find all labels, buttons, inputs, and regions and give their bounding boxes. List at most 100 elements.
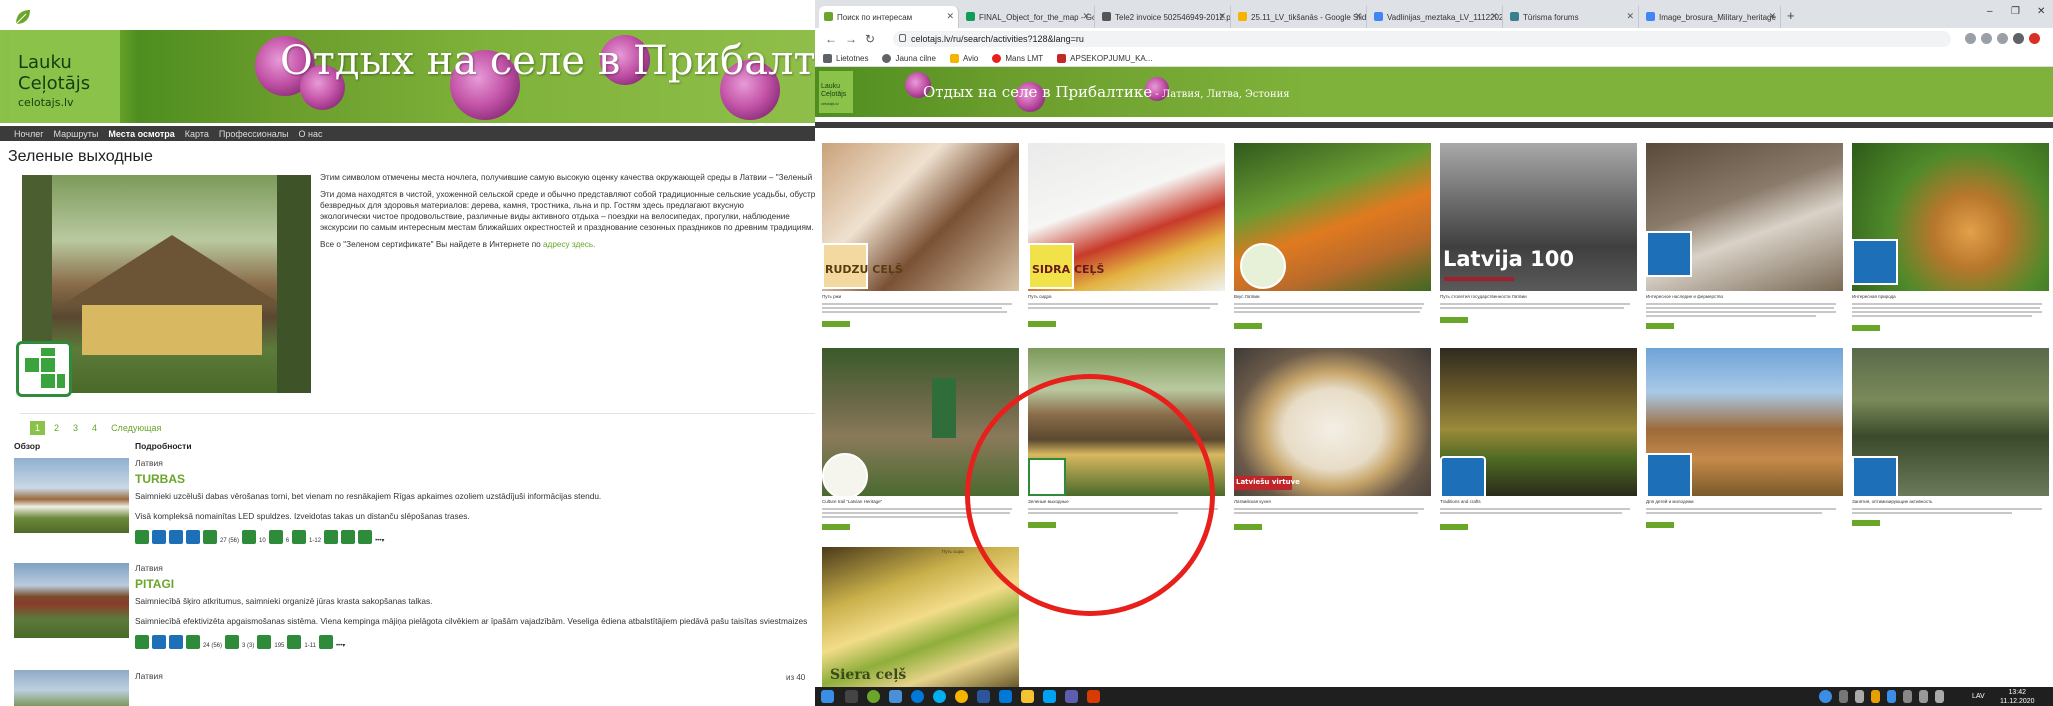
tab-tele2-invoice[interactable]: Tele2 invoice 502546949-2012.p ✕ — [1097, 6, 1231, 28]
forward-icon[interactable]: → — [845, 32, 857, 46]
card-title[interactable]: Вкус Латвии — [1234, 294, 1260, 299]
avatar[interactable] — [2029, 33, 2040, 44]
more-button[interactable] — [1234, 323, 1262, 329]
tray-icon[interactable] — [1855, 690, 1864, 703]
card-title[interactable]: Для детей и молодежи — [1646, 499, 1694, 504]
clock[interactable]: 13:42 11.12.2020 — [2000, 688, 2035, 706]
card-image[interactable]: RUDZU CEĻŠ — [822, 143, 1019, 291]
word-icon[interactable] — [977, 690, 990, 703]
page-4[interactable]: 4 — [87, 421, 102, 435]
minimize-button[interactable]: – — [1987, 6, 1993, 17]
nav-item-map[interactable]: Карта — [185, 129, 209, 139]
more-button[interactable] — [1646, 323, 1674, 329]
more-button[interactable] — [1440, 524, 1468, 530]
app-icon[interactable] — [889, 690, 902, 703]
tab-military-heritage[interactable]: Image_brosura_Military_heritage ✕ — [1641, 6, 1781, 28]
card-title[interactable]: Путь столетия государственности Латвии — [1440, 294, 1527, 299]
task-view-icon[interactable] — [845, 690, 858, 703]
card-image[interactable] — [1646, 143, 1843, 291]
app-icon[interactable] — [1043, 690, 1056, 703]
bookmark-avio[interactable]: Avio — [949, 53, 978, 63]
translate-icon[interactable] — [1965, 33, 1976, 44]
nav-item-professionals[interactable]: Профессионалы — [219, 129, 289, 139]
back-icon[interactable]: ← — [825, 32, 837, 46]
nav-item-lodging[interactable]: Ночлег — [14, 129, 44, 139]
listing-name[interactable]: TURBAS — [135, 472, 185, 486]
outlook-icon[interactable] — [999, 690, 1012, 703]
close-icon[interactable]: ✕ — [1082, 11, 1090, 22]
tray-arrow-icon[interactable] — [1839, 690, 1848, 703]
reload-icon[interactable]: ↻ — [865, 32, 875, 46]
card-title[interactable]: Путь ржи — [822, 294, 841, 299]
address-bar[interactable]: celotajs.lv/ru/search/activities?128&lan… — [893, 31, 1951, 47]
site-logo[interactable]: Lauku Ceļotājs celotajs.lv — [819, 71, 853, 113]
more-button[interactable] — [1028, 321, 1056, 327]
more-button[interactable] — [1234, 524, 1262, 530]
page-3[interactable]: 3 — [68, 421, 83, 435]
nav-item-about[interactable]: О нас — [299, 129, 323, 139]
powerpoint-icon[interactable] — [1087, 690, 1100, 703]
network-icon[interactable] — [1903, 690, 1912, 703]
close-icon[interactable]: ✕ — [1768, 11, 1776, 22]
app-icon[interactable] — [1065, 690, 1078, 703]
listing-photo[interactable] — [14, 458, 129, 533]
edge-icon[interactable] — [911, 690, 924, 703]
listing-photo[interactable] — [14, 563, 129, 638]
card-title[interactable]: Путь сыра — [942, 549, 964, 554]
card-title[interactable]: Латвийская кухня — [1234, 499, 1271, 504]
tab-slides[interactable]: 25.11_LV_tikšanās - Google Slid ✕ — [1233, 6, 1367, 28]
help-icon[interactable] — [1819, 690, 1832, 703]
tab-search-by-interest[interactable]: Поиск по интересам ✕ — [819, 6, 959, 28]
chrome-icon[interactable] — [955, 690, 968, 703]
new-tab-button[interactable]: + — [1787, 8, 1795, 23]
card-image[interactable] — [1440, 348, 1637, 496]
tray-icon[interactable] — [1871, 690, 1880, 703]
bookmark-new-tab[interactable]: Jauna cilne — [882, 53, 936, 63]
listing-photo[interactable] — [14, 670, 129, 706]
bookmark-apps[interactable]: Lietotnes — [823, 53, 868, 63]
more-button[interactable] — [1646, 522, 1674, 528]
card-image[interactable] — [1234, 143, 1431, 291]
page-1[interactable]: 1 — [30, 421, 46, 435]
extensions-icon[interactable] — [2013, 33, 2024, 44]
tray-icon[interactable] — [1887, 690, 1896, 703]
app-icon[interactable] — [867, 690, 880, 703]
card-title[interactable]: Занятия, оптимизирующие активность — [1852, 499, 1933, 504]
more-button[interactable] — [822, 321, 850, 327]
card-image[interactable] — [1646, 348, 1843, 496]
battery-icon[interactable] — [1935, 690, 1944, 703]
page-2[interactable]: 2 — [49, 421, 64, 435]
main-nav[interactable] — [815, 122, 2053, 128]
card-image[interactable]: Latviešu virtuve — [1234, 348, 1431, 496]
card-title[interactable]: Путь сидра — [1028, 294, 1052, 299]
card-title[interactable]: Traditions and crafts — [1440, 499, 1481, 504]
more-button[interactable] — [1440, 317, 1468, 323]
card-title[interactable]: Интересное наследие и фермерство — [1646, 294, 1723, 299]
volume-icon[interactable] — [1919, 690, 1928, 703]
bookmark-mans-lmt[interactable]: Mans LMT — [992, 53, 1043, 63]
card-image[interactable]: Latvija 100 — [1440, 143, 1637, 291]
tab-final-object[interactable]: FINAL_Object_for_the_map - Go ✕ — [961, 6, 1095, 28]
nav-item-sights[interactable]: Места осмотра — [108, 129, 174, 139]
close-icon[interactable]: ✕ — [1490, 11, 1498, 22]
more-icon[interactable]: •••▾ — [375, 537, 384, 544]
more-button[interactable] — [1852, 520, 1880, 526]
maximize-button[interactable]: ❐ — [2011, 6, 2020, 17]
tab-turisma-forums[interactable]: Tūrisma forums ✕ — [1505, 6, 1639, 28]
card-image[interactable]: SIDRA CEĻŠ — [1028, 143, 1225, 291]
bookmark-apsekojumu[interactable]: APSEKOPJUMU_KA... — [1057, 53, 1152, 63]
windows-start-icon[interactable] — [821, 690, 834, 703]
next-page-link[interactable]: Следующая — [106, 421, 166, 435]
green-certificate-link[interactable]: адресу здесь. — [543, 240, 595, 249]
zoom-icon[interactable] — [1981, 33, 1992, 44]
bookmark-star-icon[interactable] — [1997, 33, 2008, 44]
close-icon[interactable]: ✕ — [1354, 11, 1362, 22]
card-title[interactable]: Интересная природа — [1852, 294, 1896, 299]
close-icon[interactable]: ✕ — [946, 11, 954, 22]
card-image[interactable] — [1852, 143, 2049, 291]
language-indicator[interactable]: LAV — [1972, 693, 1985, 700]
explorer-icon[interactable] — [1021, 690, 1034, 703]
nav-item-routes[interactable]: Маршруты — [54, 129, 99, 139]
more-icon[interactable]: •••▾ — [336, 642, 345, 649]
listing-name[interactable]: PITAGI — [135, 577, 174, 591]
